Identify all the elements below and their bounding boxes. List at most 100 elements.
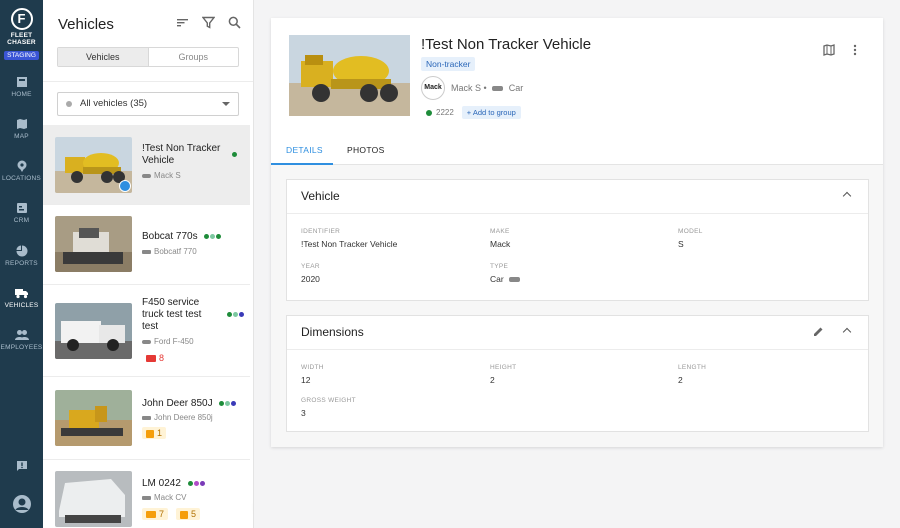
truck-icon [142, 249, 151, 254]
car-icon [492, 86, 504, 92]
vehicle-list-item[interactable]: !Test Non Tracker Vehicle Mack S [43, 125, 250, 205]
feedback-button[interactable] [0, 460, 43, 475]
vehicle-section: Vehicle IDENTIFIER !Test Non Tracker Veh… [286, 179, 869, 301]
collapse-chevron-icon[interactable] [842, 327, 852, 337]
details-content: Vehicle IDENTIFIER !Test Non Tracker Veh… [271, 165, 883, 447]
field-value: 2 [490, 375, 495, 385]
nav-item-crm[interactable]: CRM [0, 202, 43, 224]
vehicle-thumbnail [55, 471, 132, 527]
pie-chart-icon [16, 245, 27, 257]
account-button[interactable] [0, 494, 43, 517]
make-model-line: Mack S • Car [451, 83, 523, 93]
engine-icon [146, 511, 156, 519]
nav-item-home[interactable]: HOME [0, 76, 43, 98]
vehicle-subtitle: John Deere 850j [142, 413, 213, 422]
vehicle-subtitle: Ford F-450 [142, 337, 194, 346]
vehicle-thumbnail [55, 303, 132, 359]
vehicle-name-line: truck test test [142, 309, 202, 320]
wrench-icon [180, 510, 188, 519]
vehicle-list-item[interactable]: Bobcat 770s Bobcatf 770 [43, 205, 250, 285]
search-icon[interactable] [228, 16, 241, 29]
vehicle-model: Ford F-450 [154, 337, 194, 346]
field-label: LENGTH [678, 364, 707, 371]
field-label: GROSS WEIGHT [301, 397, 356, 404]
no-tracker-icon [119, 180, 131, 192]
status-dot [426, 109, 432, 116]
vehicle-list-item[interactable]: John Deer 850J John Deere 850j 1 [43, 377, 250, 460]
status-dot [66, 101, 72, 107]
nav-item-map[interactable]: MAP [0, 118, 43, 140]
segment-vehicles[interactable]: Vehicles [58, 48, 149, 66]
make-logo: Mack [421, 76, 445, 100]
nav-item-vehicles[interactable]: VEHICLES [0, 287, 43, 309]
vehicle-name-line: John Deer 850J [142, 398, 213, 409]
type-value: Car [490, 274, 504, 284]
vehicle-thumbnail [55, 390, 132, 446]
maintenance-badge: 5 [176, 508, 201, 520]
vehicle-subtitle: Mack S [142, 171, 181, 180]
vehicle-list-item[interactable]: LM 0242 Mack CV 7 5 [43, 460, 250, 528]
nav-item-locations[interactable]: LOCATIONS [0, 160, 43, 182]
dimensions-section: Dimensions WIDTH 12 HEIGHT 2 LENGTH 2 GR… [286, 315, 869, 432]
vehicle-name-line: Vehicle [142, 155, 175, 166]
list-title: Vehicles [58, 16, 114, 33]
vehicle-model: Bobcatf 770 [154, 247, 197, 256]
field-value: 2 [678, 375, 683, 385]
app-logo[interactable]: F FLEET CHASER STAGING [0, 8, 43, 60]
nav-rail: F FLEET CHASER STAGING HOME MAP LOCATION… [0, 0, 43, 528]
nav-label: REPORTS [5, 260, 38, 267]
header-actions [823, 44, 857, 56]
tracker-dots [204, 233, 222, 239]
field-value: 12 [301, 375, 311, 385]
more-vert-icon[interactable] [853, 44, 857, 56]
tab-details[interactable]: DETAILS [286, 145, 323, 155]
vehicle-name: LM 0242 [142, 478, 205, 490]
vehicle-subtitle: Bobcatf 770 [142, 247, 197, 256]
alert-count: 8 [159, 353, 165, 363]
section-divider [287, 213, 868, 214]
car-icon [142, 339, 151, 344]
field-value: S [678, 239, 684, 249]
tracker-dots [187, 480, 205, 486]
vehicle-name-line: F450 service [142, 297, 200, 308]
vehicle-subtitle: Mack CV [142, 493, 186, 502]
truck-icon [142, 495, 151, 500]
non-tracker-chip: Non-tracker [421, 57, 476, 71]
engine-count: 7 [159, 509, 165, 519]
tab-photos[interactable]: PHOTOS [347, 145, 385, 155]
vehicle-name-line: test [142, 321, 159, 332]
tracker-dots [227, 312, 244, 317]
people-icon [14, 330, 29, 340]
avatar-icon [12, 495, 31, 513]
list-segment-control: Vehicles Groups [57, 47, 239, 67]
engine-icon [146, 355, 156, 363]
vehicle-name: John Deer 850J [142, 398, 237, 410]
nav-label: EMPLOYEES [0, 344, 43, 351]
collapse-chevron-icon[interactable] [842, 191, 852, 201]
list-toolbar [176, 16, 241, 29]
maintenance-count: 1 [157, 428, 163, 438]
caret-down-icon [222, 102, 230, 106]
edit-icon[interactable] [813, 326, 824, 337]
vehicle-list-item[interactable]: F450 service truck test test test Ford F… [43, 285, 250, 377]
field-label: MODEL [678, 228, 703, 235]
vehicle-filter-select[interactable]: All vehicles (35) [57, 92, 239, 116]
car-icon [142, 173, 151, 178]
add-to-group-button[interactable]: + Add to group [461, 106, 521, 119]
map-icon[interactable] [823, 44, 835, 56]
maintenance-badge: 1 [142, 427, 167, 439]
sort-icon[interactable] [176, 16, 189, 29]
field-label: WIDTH [301, 364, 324, 371]
vehicle-name: !Test Non Tracker Vehicle [142, 143, 220, 167]
logo-mark: F [10, 8, 33, 30]
nav-item-employees[interactable]: EMPLOYEES [0, 329, 43, 351]
segment-groups[interactable]: Groups [149, 48, 239, 66]
crm-icon [16, 203, 27, 213]
vehicle-list-panel: Vehicles Vehicles Groups All vehicles (3… [43, 0, 254, 528]
filter-value: All vehicles (35) [80, 98, 148, 109]
filter-icon[interactable] [202, 16, 215, 29]
nav-item-reports[interactable]: REPORTS [0, 245, 43, 267]
field-value: Mack [490, 239, 511, 249]
logo-line2: CHASER [7, 39, 36, 46]
identifier-value: 2222 [436, 108, 454, 117]
